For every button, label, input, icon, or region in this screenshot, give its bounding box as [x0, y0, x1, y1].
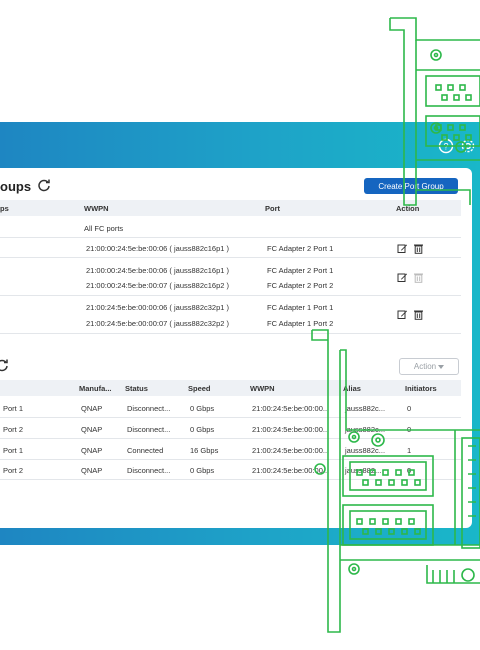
divider	[0, 333, 461, 334]
speed-cell: 0 Gbps	[190, 466, 215, 475]
port-cell: Port 1	[3, 446, 24, 455]
divider	[0, 295, 461, 296]
wwpn-cell: 21:00:00:24:5e:be:00:07 ( jauss882c16p2 …	[86, 281, 230, 290]
manufacturer-cell: QNAP	[81, 404, 103, 413]
caret-down-icon	[438, 362, 445, 371]
initiators-cell: 1	[407, 446, 412, 455]
col-speed: Speed	[188, 384, 211, 393]
refresh-icon[interactable]	[37, 178, 51, 195]
manufacturer-cell: QNAP	[81, 466, 103, 475]
alias-cell: jauss882...	[345, 466, 382, 475]
wwpn-cell: 21:00:00:24:5e:be:00:06 ( jauss882c16p1 …	[86, 244, 230, 253]
fc-ports-header: Manufa... Status Speed WWPN Alias Initia…	[0, 380, 461, 396]
svg-text:?: ?	[443, 142, 448, 152]
port-cell: Port 2	[3, 466, 24, 475]
alias-cell: jauss882c...	[345, 425, 386, 434]
refresh-icon[interactable]	[0, 358, 9, 377]
delete-disabled-icon	[413, 270, 424, 283]
port-cell: FC Adapter 1 Port 1	[267, 303, 334, 312]
col-action: Action	[396, 204, 420, 213]
action-dropdown-label: Action	[413, 362, 437, 371]
initiators-cell: 0	[407, 404, 412, 413]
create-port-group-button[interactable]: Create Port Group	[364, 178, 458, 194]
manufacturer-cell: QNAP	[81, 425, 103, 434]
delete-icon[interactable]	[413, 241, 424, 254]
divider	[0, 417, 461, 418]
col-alias: Alias	[343, 384, 361, 393]
port-groups-title: oups	[0, 178, 51, 195]
speed-cell: 0 Gbps	[190, 425, 215, 434]
alias-cell: jauss882c...	[345, 404, 386, 413]
wwpn-cell: 21:00:24:5e:be:00:00:07 ( jauss882c32p2 …	[86, 319, 230, 328]
status-cell: Disconnect...	[127, 466, 171, 475]
alias-cell: jauss882c...	[345, 446, 386, 455]
divider	[0, 459, 461, 460]
wwpn-cell: 21:00:24:5e:be:00:00...	[252, 404, 330, 413]
wwpn-cell: 21:00:00:24:5e:be:00:06 ( jauss882c16p1 …	[86, 266, 230, 275]
manufacturer-cell: QNAP	[81, 446, 103, 455]
port-cell: FC Adapter 2 Port 2	[267, 281, 334, 290]
header-icons: ?	[438, 138, 476, 154]
speed-cell: 0 Gbps	[190, 404, 215, 413]
status-cell: Disconnect...	[127, 404, 171, 413]
divider	[0, 438, 461, 439]
col-status: Status	[125, 384, 148, 393]
delete-icon[interactable]	[413, 307, 424, 320]
divider	[0, 479, 461, 480]
col-name: ps	[0, 204, 9, 213]
settings-gear-icon[interactable]	[460, 138, 476, 154]
wwpn-cell: 21:00:24:5e:be:00:00:06 ( jauss882c32p1 …	[86, 303, 230, 312]
initiators-cell: 0	[407, 466, 412, 475]
action-dropdown[interactable]: Action	[399, 358, 459, 375]
port-groups-header: ps WWPN Port Action	[0, 200, 461, 216]
status-cell: Disconnect...	[127, 425, 171, 434]
help-icon[interactable]: ?	[438, 138, 454, 154]
port-cell: FC Adapter 2 Port 1	[267, 244, 334, 253]
col-initiators: Initiators	[405, 384, 437, 393]
col-port: Port	[265, 204, 280, 213]
port-cell: FC Adapter 2 Port 1	[267, 266, 334, 275]
wwpn-cell: All FC ports	[84, 224, 124, 233]
speed-cell: 16 Gbps	[190, 446, 219, 455]
port-cell: Port 1	[3, 404, 24, 413]
edit-icon[interactable]	[397, 241, 408, 253]
col-wwpn: WWPN	[250, 384, 275, 393]
status-cell: Connected	[127, 446, 164, 455]
col-wwpn: WWPN	[84, 204, 109, 213]
divider	[0, 257, 461, 258]
divider	[0, 237, 461, 238]
initiators-cell: 0	[407, 425, 412, 434]
wwpn-cell: 21:00:24:5e:be:00:00...	[252, 425, 330, 434]
main-panel: oups Create Port Group ps WWPN Port Acti…	[0, 168, 472, 528]
wwpn-cell: 21:00:24:5e:be:00:00...	[252, 446, 330, 455]
port-cell: Port 2	[3, 425, 24, 434]
col-manufacturer: Manufa...	[79, 384, 112, 393]
edit-icon[interactable]	[397, 270, 408, 282]
edit-icon[interactable]	[397, 307, 408, 319]
wwpn-cell: 21:00:24:5e:be:00:00...	[252, 466, 330, 475]
port-cell: FC Adapter 1 Port 2	[267, 319, 334, 328]
